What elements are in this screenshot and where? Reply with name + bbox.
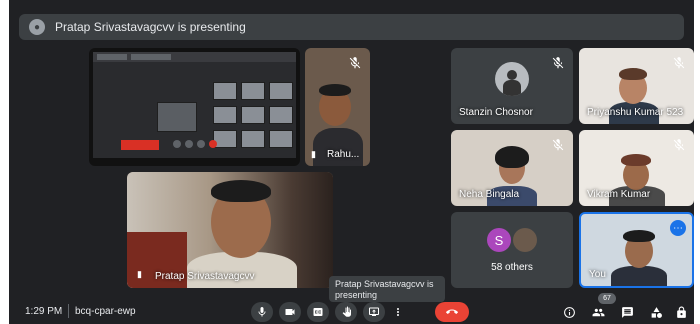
mic-off-icon <box>348 56 362 70</box>
participant-tile-stanzin[interactable]: Stanzin Chosnor <box>451 48 573 124</box>
mic-off-icon <box>672 56 686 70</box>
participant-name: Rahu... <box>327 149 360 160</box>
participant-name: Pratap Srivastavagcvv <box>155 271 255 282</box>
more-vert-icon <box>397 308 399 316</box>
current-time: 1:29 PM <box>25 306 63 317</box>
hand-icon <box>342 306 351 317</box>
people-icon <box>592 308 604 316</box>
presenting-tooltip: Pratap Srivastavagcvv is presenting <box>329 276 445 302</box>
participant-tile-neha[interactable]: Neha Bingala <box>451 130 573 206</box>
microphone-icon <box>258 307 266 317</box>
info-icon <box>563 306 575 318</box>
lock-icon <box>676 306 686 318</box>
meeting-code: bcq-cpar-ewp <box>75 306 136 317</box>
participant-name: Priyanshu Kumar 523 <box>587 107 684 118</box>
shared-screen-content <box>93 52 296 158</box>
participant-tile-rahul[interactable]: Rahu... ▮ <box>305 48 370 166</box>
people-button[interactable] <box>589 303 607 321</box>
more-options-icon[interactable]: ⋯ <box>670 220 686 236</box>
pin-icon: ▮ <box>311 149 316 159</box>
participant-name: Vikram Kumar <box>587 189 651 200</box>
activities-button[interactable] <box>647 303 665 321</box>
host-controls-button[interactable] <box>672 303 690 321</box>
present-icon <box>369 307 379 316</box>
avatar <box>513 228 537 252</box>
participant-count-badge: 67 <box>598 293 616 304</box>
avatar <box>495 62 529 96</box>
bottom-toolbar: 1:29 PM bcq-cpar-ewp <box>9 300 694 324</box>
presenting-banner: ● Pratap Srivastavagcvv is presenting <box>19 14 684 40</box>
meet-stage: ● Pratap Srivastavagcvv is presenting Ra… <box>9 0 694 324</box>
raise-hand-button[interactable] <box>335 302 357 322</box>
pin-icon: ▮ <box>137 269 142 279</box>
others-tile[interactable]: S 58 others <box>451 212 573 288</box>
captions-button[interactable] <box>307 302 329 322</box>
meeting-details-button[interactable] <box>560 303 578 321</box>
others-count: 58 others <box>491 262 533 273</box>
presenter-avatar: ● <box>29 19 45 35</box>
captions-icon <box>313 308 323 316</box>
participant-name: Neha Bingala <box>459 189 520 200</box>
activities-icon <box>651 306 662 318</box>
participant-tile-vikram[interactable]: Vikram Kumar <box>579 130 694 206</box>
mic-off-icon <box>551 56 565 70</box>
shared-screen-tile[interactable] <box>89 48 300 166</box>
participant-tile-self[interactable]: ⋯ You <box>579 212 694 288</box>
chat-button[interactable] <box>618 303 636 321</box>
participant-tile-priyanshu[interactable]: Priyanshu Kumar 523 <box>579 48 694 124</box>
participant-name: You <box>589 269 606 280</box>
camera-icon <box>285 309 295 315</box>
more-options-button[interactable] <box>391 302 405 322</box>
mic-off-icon <box>672 138 686 152</box>
mic-off-icon <box>551 138 565 152</box>
present-button[interactable] <box>363 302 385 322</box>
end-call-icon <box>446 309 458 314</box>
divider <box>68 304 69 318</box>
participant-name: Stanzin Chosnor <box>459 107 533 118</box>
camera-button[interactable] <box>279 302 301 322</box>
chat-icon <box>621 306 633 318</box>
others-avatar: S <box>487 228 511 252</box>
presenting-text: Pratap Srivastavagcvv is presenting <box>55 20 246 34</box>
participant-tile-pratap[interactable]: ▮ Pratap Srivastavagcvv <box>127 172 333 288</box>
microphone-button[interactable] <box>251 302 273 322</box>
end-call-button[interactable] <box>435 302 469 322</box>
